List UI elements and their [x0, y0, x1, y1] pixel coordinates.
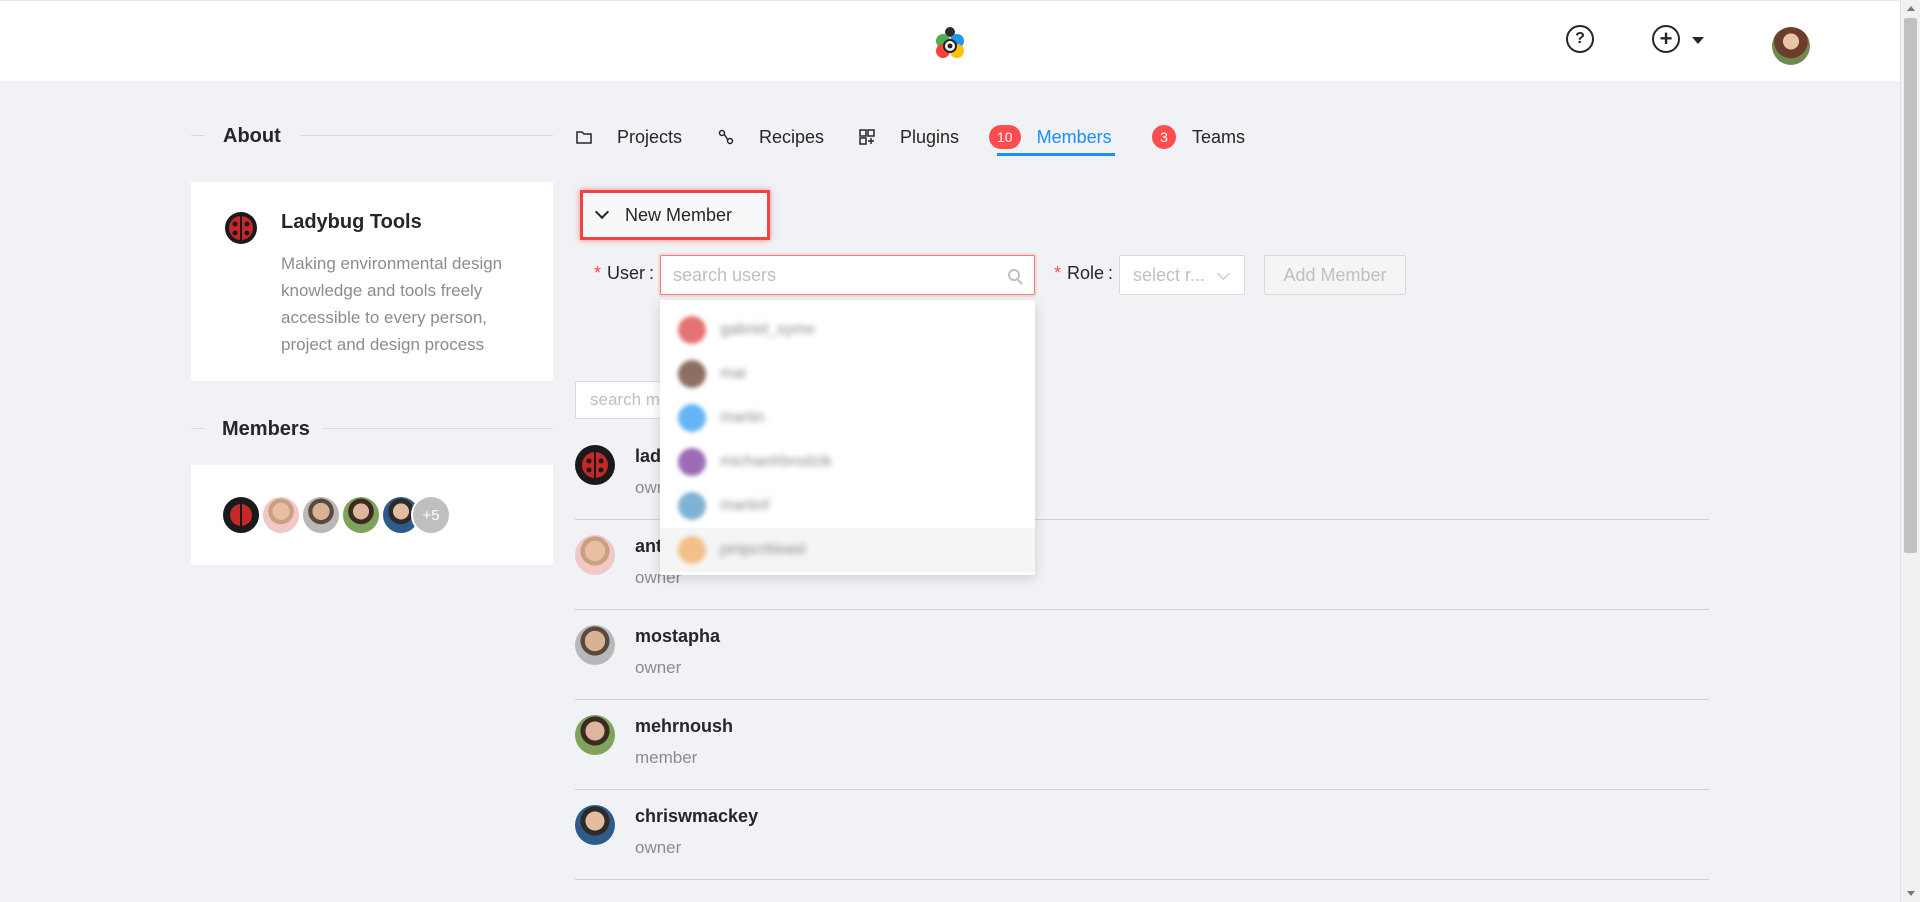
recipe-icon — [717, 128, 735, 146]
user-search-field[interactable] — [660, 255, 1035, 295]
plus-circle-icon: + — [1659, 26, 1673, 51]
avatar[interactable] — [261, 495, 301, 535]
scroll-thumb[interactable] — [1904, 18, 1917, 553]
ladybug-tools-logo-icon[interactable] — [930, 23, 970, 63]
new-member-label: New Member — [625, 204, 733, 225]
member-name: chriswmackey — [635, 806, 759, 826]
avatar — [678, 404, 706, 432]
tab-label: Members — [1036, 126, 1112, 147]
dropdown-option[interactable]: martin — [660, 396, 1035, 440]
avatar — [678, 492, 706, 520]
avatar — [678, 360, 706, 388]
members-count-badge: 10 — [989, 125, 1021, 149]
tab-members[interactable]: 10 Members — [989, 118, 1112, 156]
more-members-badge[interactable]: +5 — [411, 495, 451, 535]
scroll-up-icon[interactable] — [1907, 6, 1915, 11]
members-avatars-card: +5 — [191, 465, 553, 565]
member-role: member — [635, 748, 698, 767]
member-role: owner — [635, 658, 682, 677]
dropdown-option[interactable]: martinf — [660, 484, 1035, 528]
tab-teams[interactable]: 3 Teams — [1152, 118, 1245, 156]
about-title: About — [223, 125, 281, 147]
create-button[interactable]: + — [1652, 25, 1680, 53]
member-role: owner — [635, 838, 682, 857]
tab-projects[interactable]: Projects — [575, 118, 682, 156]
active-tab-indicator — [997, 153, 1115, 156]
tab-label: Recipes — [759, 126, 825, 147]
add-member-button[interactable]: Add Member — [1264, 255, 1406, 295]
avatar — [678, 448, 706, 476]
search-icon — [1008, 269, 1020, 281]
ladybug-logo-icon — [225, 212, 257, 244]
org-name: Ladybug Tools — [281, 211, 422, 233]
user-avatar[interactable] — [1772, 27, 1810, 65]
tab-label: Projects — [617, 126, 683, 147]
member-name: ant — [635, 536, 662, 556]
avatar[interactable] — [301, 495, 341, 535]
member-name: lad — [635, 446, 662, 466]
about-divider-left — [191, 135, 205, 136]
dropdown-option[interactable]: mai — [660, 352, 1035, 396]
avatar — [575, 625, 615, 665]
help-button[interactable]: ? — [1566, 25, 1594, 53]
table-row[interactable]: mehrnoush member — [575, 700, 1709, 790]
table-row[interactable]: chriswmackey owner — [575, 790, 1709, 880]
member-name: mehrnoush — [635, 716, 734, 736]
avatar — [575, 805, 615, 845]
role-placeholder: select r... — [1133, 264, 1206, 285]
user-search-dropdown: gabriel_syme mai martin michaelrbrodzik … — [660, 300, 1035, 575]
top-header: ? + — [0, 0, 1900, 81]
dropdown-option[interactable]: michaelrbrodzik — [660, 440, 1035, 484]
table-row[interactable]: mostapha owner — [575, 610, 1709, 700]
plugin-icon — [858, 128, 876, 146]
avatar — [575, 715, 615, 755]
tab-label: Teams — [1192, 126, 1246, 147]
org-card: Ladybug Tools Making environmental desig… — [191, 182, 553, 381]
question-circle-icon: ? — [1575, 30, 1585, 47]
user-search-input[interactable] — [673, 264, 993, 286]
about-divider-right — [300, 135, 553, 136]
tab-recipes[interactable]: Recipes — [717, 118, 824, 156]
avatar — [678, 316, 706, 344]
tab-label: Plugins — [900, 126, 960, 147]
members-divider-left — [191, 428, 205, 429]
role-select[interactable]: select r... — [1119, 255, 1245, 295]
tab-plugins[interactable]: Plugins — [858, 118, 959, 156]
dropdown-option[interactable]: pmpcritieasl — [660, 528, 1035, 572]
new-member-toggle[interactable]: New Member — [580, 190, 770, 240]
dropdown-option[interactable]: gabriel_syme — [660, 308, 1035, 352]
avatar — [678, 536, 706, 564]
role-label: * Role: — [1054, 263, 1114, 283]
page-scrollbar[interactable] — [1900, 0, 1920, 902]
members-title: Members — [222, 418, 310, 440]
user-label: * User: — [594, 263, 655, 283]
org-description: Making environmental design knowledge an… — [281, 254, 503, 354]
folder-icon — [575, 128, 593, 146]
chevron-down-icon — [1217, 267, 1230, 280]
member-name: mostapha — [635, 626, 721, 646]
scroll-down-icon[interactable] — [1907, 891, 1915, 896]
avatar — [575, 445, 615, 485]
avatar[interactable] — [341, 495, 381, 535]
avatar — [575, 535, 615, 575]
caret-down-icon[interactable] — [1692, 37, 1704, 44]
teams-count-badge: 3 — [1152, 125, 1176, 149]
avatar[interactable] — [221, 495, 261, 535]
chevron-down-icon — [594, 204, 610, 220]
members-divider-right — [322, 428, 553, 429]
